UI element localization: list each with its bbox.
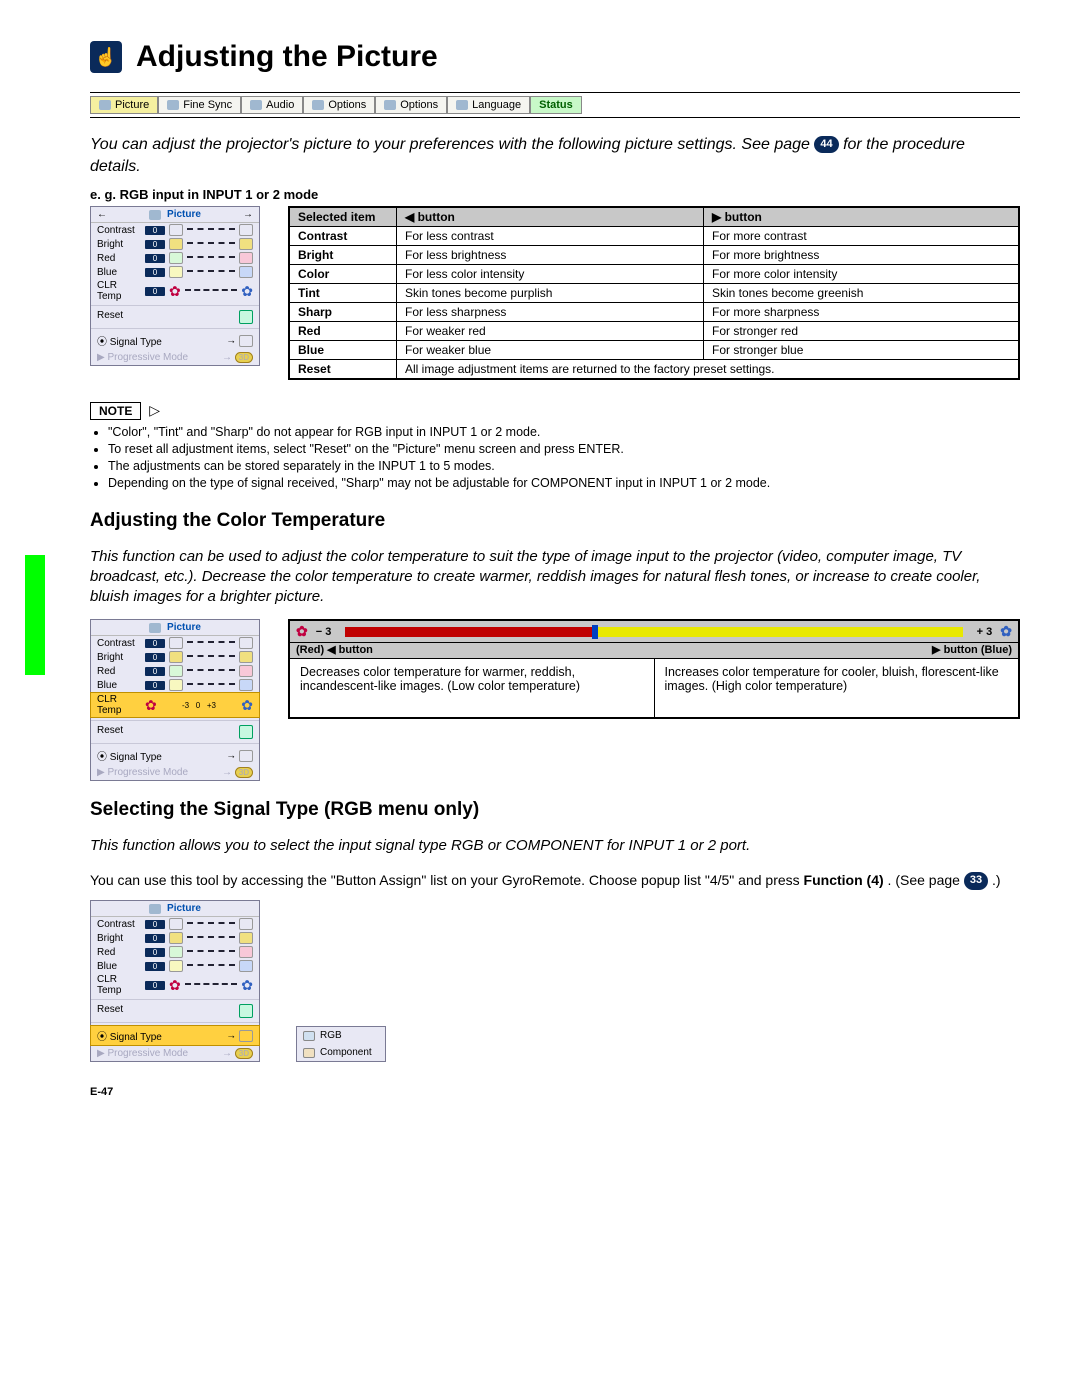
note-label: NOTE (90, 402, 141, 420)
osd-signal-highlighted[interactable]: ⦿ Signal Type→ (90, 1025, 260, 1046)
tab-language[interactable]: Language (447, 96, 530, 114)
signal-body: You can use this tool by accessing the "… (90, 871, 1020, 891)
side-tab (25, 555, 45, 675)
note-item: Depending on the type of signal received… (108, 475, 1020, 492)
section-desc: This function can be used to adjust the … (90, 547, 1020, 608)
nav-left-icon[interactable]: ← (97, 209, 107, 220)
tab-status[interactable]: Status (530, 96, 582, 114)
table-row: Color (289, 265, 397, 284)
signal-type-popup: RGB Component (296, 1026, 386, 1062)
sync-icon (167, 100, 179, 110)
temp-sub-left: (Red) ◀ button (296, 643, 924, 656)
osd-signal-type[interactable]: Signal Type (110, 337, 162, 348)
osd-panel-clrtemp: Picture Contrast0 Bright0 Red0 Blue0 CLR… (90, 619, 260, 781)
popup-option-component[interactable]: Component (297, 1044, 385, 1061)
osd-title: Picture (167, 209, 201, 220)
table-row: Bright (289, 246, 397, 265)
popup-option-rgb[interactable]: RGB (297, 1027, 385, 1044)
osd-row-clrtemp[interactable]: CLR Temp (97, 280, 141, 302)
options-icon (384, 100, 396, 110)
note-arrow-icon: ▷ (149, 402, 160, 419)
page-number: E-47 (90, 1086, 1020, 1098)
flower-red-icon: ✿ (296, 623, 308, 640)
tab-fine-sync[interactable]: Fine Sync (158, 96, 241, 114)
tab-options-1[interactable]: Options (303, 96, 375, 114)
table-row: Red (289, 322, 397, 341)
page-title: ☝ Adjusting the Picture (90, 40, 1020, 74)
page-reference: 33 (964, 872, 988, 889)
section-signal-type: Selecting the Signal Type (RGB menu only… (90, 799, 1020, 821)
nav-right-icon[interactable]: → (243, 209, 253, 220)
picture-icon (149, 623, 161, 633)
tab-audio[interactable]: Audio (241, 96, 303, 114)
osd-row-red[interactable]: Red (97, 253, 141, 264)
temp-sub-right: ▶ button (Blue) (932, 643, 1012, 656)
audio-icon (250, 100, 262, 110)
osd-reset[interactable]: Reset (97, 310, 123, 324)
osd-row-clrtemp-highlighted[interactable]: CLR Temp✿-3 0 +3✿ (90, 692, 260, 718)
picture-icon (149, 210, 161, 220)
page-reference: 44 (814, 136, 838, 153)
osd-panel-picture: ← Picture → Contrast0 Bright0 Red0 Blue0… (90, 206, 260, 366)
example-label: e. g. RGB input in INPUT 1 or 2 mode (90, 187, 1020, 202)
table-header-right: ▶ button (704, 207, 1020, 227)
table-row: Blue (289, 341, 397, 360)
table-header-left: ◀ button (397, 207, 704, 227)
color-temp-header: ✿ − 3 + 3 ✿ (288, 619, 1020, 643)
picture-icon (99, 100, 111, 110)
table-header-item: Selected item (289, 207, 397, 227)
temp-desc-left: Decreases color temperature for warmer, … (290, 659, 655, 717)
osd-progressive: Progressive Mode (107, 352, 188, 363)
osd-row-blue[interactable]: Blue (97, 267, 141, 278)
tab-picture[interactable]: Picture (90, 96, 158, 114)
color-temp-body: Decreases color temperature for warmer, … (288, 659, 1020, 719)
color-temp-bar (345, 627, 962, 637)
reset-icon[interactable] (239, 310, 253, 324)
table-row: Sharp (289, 303, 397, 322)
osd-row-bright[interactable]: Bright (97, 239, 141, 250)
flower-blue-icon: ✿ (241, 283, 253, 300)
picture-icon (149, 904, 161, 914)
intro-text: You can adjust the projector's picture t… (90, 134, 1020, 177)
temp-desc-right: Increases color temperature for cooler, … (655, 659, 1019, 717)
menu-tab-bar: Picture Fine Sync Audio Options Options … (90, 92, 1020, 118)
note-item: "Color", "Tint" and "Sharp" do not appea… (108, 424, 1020, 441)
hand-press-icon: ☝ (90, 41, 122, 73)
flower-red-icon: ✿ (169, 283, 181, 300)
table-row: Reset (289, 360, 397, 380)
options-icon (312, 100, 324, 110)
table-row: Tint (289, 284, 397, 303)
osd-panel-signal: Picture Contrast0 Bright0 Red0 Blue0 CLR… (90, 900, 260, 1062)
adjustment-table: Selected item ◀ button ▶ button Contrast… (288, 206, 1020, 380)
note-item: The adjustments can be stored separately… (108, 458, 1020, 475)
tab-options-2[interactable]: Options (375, 96, 447, 114)
note-item: To reset all adjustment items, select "R… (108, 441, 1020, 458)
osd-row-contrast[interactable]: Contrast (97, 225, 141, 236)
flower-blue-icon: ✿ (1000, 623, 1012, 640)
table-row: Contrast (289, 227, 397, 246)
section-color-temp: Adjusting the Color Temperature (90, 510, 1020, 532)
section-desc: This function allows you to select the i… (90, 836, 1020, 856)
language-icon (456, 100, 468, 110)
notes-list: "Color", "Tint" and "Sharp" do not appea… (90, 424, 1020, 492)
